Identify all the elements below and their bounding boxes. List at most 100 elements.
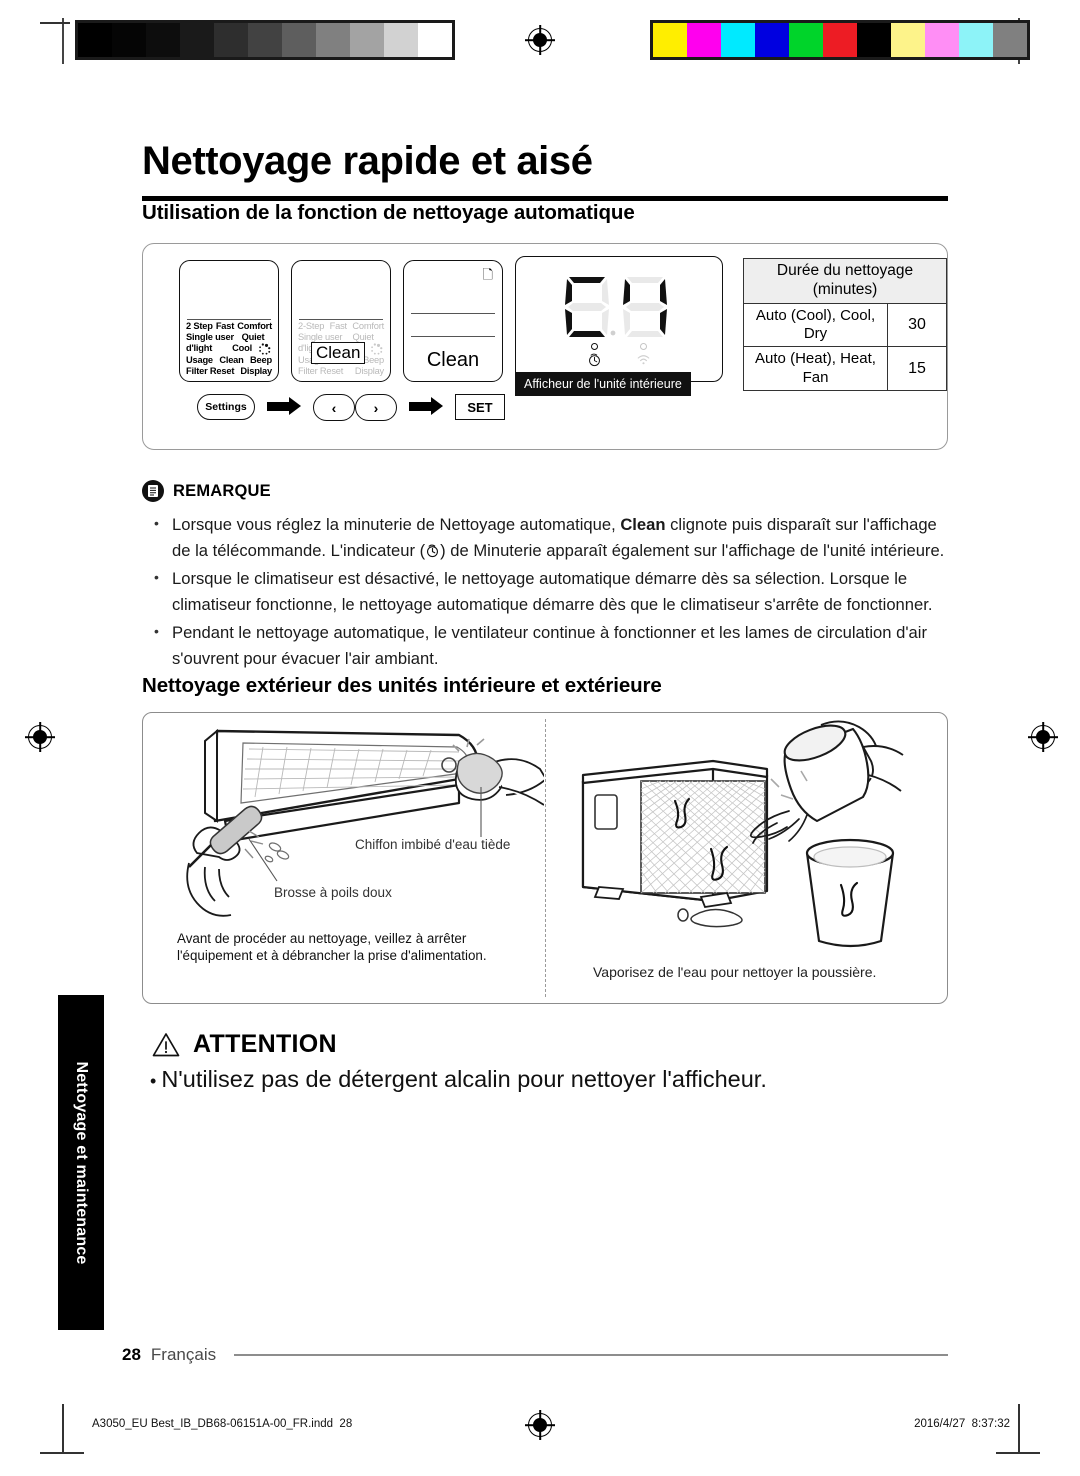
menu-item: d'light xyxy=(186,343,213,354)
page-number: 28 xyxy=(122,1345,141,1364)
set-button[interactable]: SET xyxy=(455,394,505,420)
table-cell-minutes: 15 xyxy=(887,346,947,391)
crop-hair-top-left xyxy=(40,22,70,24)
menu-item: Fast xyxy=(215,320,235,331)
menu-item: Filter Reset xyxy=(186,365,235,376)
crop-rule-bottom-right xyxy=(1018,1404,1020,1452)
color-calibration-strip xyxy=(650,20,1030,60)
calibration-swatch xyxy=(282,23,316,57)
auto-clean-procedure-box: 2 Step Fast Comfort Single user Quiet d'lig… xyxy=(142,243,948,450)
note-header: REMARQUE xyxy=(142,480,948,502)
arrow-right-icon-1 xyxy=(267,397,301,415)
calibration-swatch xyxy=(925,23,959,57)
note-list: Lorsque vous réglez la minuterie de Nett… xyxy=(142,511,948,671)
note-text: Lorsque vous réglez la minuterie de Nett… xyxy=(172,515,621,534)
calibration-swatch xyxy=(418,23,452,57)
wifi-indicator xyxy=(636,343,651,367)
seven-segment-value xyxy=(516,273,722,344)
fan-swirl-icon xyxy=(259,343,271,355)
page-language: Français xyxy=(150,1345,217,1364)
table-header: Durée du nettoyage (minutes) xyxy=(743,258,947,304)
menu-item: Comfort xyxy=(237,320,272,331)
note-document-icon xyxy=(142,480,164,502)
note-bold-term: Clean xyxy=(620,515,666,534)
caution-title: ATTENTION xyxy=(193,1030,337,1058)
print-time-text: 8:37:32 xyxy=(971,1418,1010,1430)
remote-display-step1: 2 Step Fast Comfort Single user Quiet d'lig… xyxy=(179,260,279,382)
table-cell-mode: Auto (Heat), Heat, Fan xyxy=(743,346,888,391)
calibration-swatch xyxy=(384,23,418,57)
menu-item: 2-Step xyxy=(298,320,325,331)
outdoor-unit-illustration xyxy=(581,720,904,948)
calibration-swatch xyxy=(755,23,789,57)
calibration-swatch xyxy=(891,23,925,57)
page-footer: 28 Français xyxy=(122,1345,948,1365)
menu-item: Fast xyxy=(329,320,347,331)
calibration-swatch xyxy=(180,23,214,57)
remote-signal-icon: 🗋 xyxy=(482,267,493,282)
indoor-display-caption: Afficheur de l'unité intérieure xyxy=(515,372,691,396)
table-row: Auto (Heat), Heat, Fan 15 xyxy=(743,346,947,391)
calibration-swatch xyxy=(823,23,857,57)
calibration-swatch xyxy=(993,23,1027,57)
remote-display-step2: 2-Step Fast Comfort Single user Quiet d'lig… xyxy=(291,260,391,382)
crop-rule-left xyxy=(62,18,64,64)
spray-water-caption: Vaporisez de l'eau pour nettoyer la pous… xyxy=(593,964,877,980)
calibration-swatch xyxy=(350,23,384,57)
menu-item: 2 Step xyxy=(186,320,213,331)
calibration-swatch xyxy=(687,23,721,57)
page-title: Nettoyage rapide et aisé xyxy=(142,139,593,183)
note-title: REMARQUE xyxy=(173,481,271,500)
menu-item: Comfort xyxy=(352,320,384,331)
print-date-text: 2016/4/27 xyxy=(914,1418,966,1430)
seven-segment-digits xyxy=(565,277,667,337)
menu-item: Single user xyxy=(186,332,234,343)
crop-rule-bottom-left xyxy=(62,1404,64,1452)
prev-button[interactable]: ‹ xyxy=(313,394,355,421)
print-page-text: 28 xyxy=(339,1418,353,1430)
clean-highlight-label: Clean xyxy=(311,342,366,364)
settings-button[interactable]: Settings xyxy=(197,394,255,420)
menu-item: Usage xyxy=(186,354,213,365)
note-item: Lorsque vous réglez la minuterie de Nett… xyxy=(142,511,948,563)
table-cell-minutes: 30 xyxy=(887,302,947,348)
cloth-label: Chiffon imbibé d'eau tiède xyxy=(355,837,511,852)
calibration-swatch xyxy=(721,23,755,57)
note-item: Lorsque le climatiseur est désactivé, le… xyxy=(142,565,948,617)
registration-mark-bottom xyxy=(525,1410,555,1440)
print-timestamp: 2016/4/27 8:37:32 xyxy=(914,1418,1010,1430)
calibration-swatch xyxy=(959,23,993,57)
menu-item: Filter Reset xyxy=(298,365,344,376)
menu-item: Display xyxy=(354,365,384,376)
brush-label: Brosse à poils doux xyxy=(274,885,392,900)
indoor-unit-illustration xyxy=(186,728,544,917)
registration-mark-top xyxy=(525,25,555,55)
calibration-swatch xyxy=(78,23,112,57)
registration-mark-right xyxy=(1028,722,1058,752)
calibration-swatch xyxy=(248,23,282,57)
calibration-swatch xyxy=(857,23,891,57)
print-filename: A3050_EU Best_IB_DB68-06151A-00_FR.indd … xyxy=(92,1418,352,1430)
print-filename-text: A3050_EU Best_IB_DB68-06151A-00_FR.indd xyxy=(92,1418,334,1430)
crop-hair-bottom-left xyxy=(40,1452,84,1454)
exterior-cleaning-illustration-box: Chiffon imbibé d'eau tiède Brosse à poil… xyxy=(142,712,948,1004)
menu-item: Display xyxy=(240,365,272,376)
footer-rule xyxy=(234,1354,948,1356)
calibration-swatch xyxy=(653,23,687,57)
panel-divider xyxy=(545,719,546,997)
table-cell-mode: Auto (Cool), Cool, Dry xyxy=(743,302,888,348)
indoor-unit-display xyxy=(515,256,723,382)
timer-icon-inline xyxy=(427,544,439,557)
side-tab-label: Nettoyage et maintenance xyxy=(73,1060,90,1265)
table-row: Auto (Cool), Cool, Dry 30 xyxy=(743,302,947,348)
calibration-swatch xyxy=(112,23,146,57)
power-warning-label: Avant de procéder au nettoyage, veillez … xyxy=(177,931,487,963)
next-button[interactable]: › xyxy=(355,394,397,421)
wifi-icon xyxy=(637,355,650,365)
crop-hair-bottom-right xyxy=(996,1452,1040,1454)
arrow-right-icon-2 xyxy=(409,397,443,415)
cleaning-duration-table: Durée du nettoyage (minutes) Auto (Cool)… xyxy=(743,258,947,391)
side-tab-chapter: Nettoyage et maintenance xyxy=(58,995,104,1330)
display-indicator-row xyxy=(516,343,722,367)
caution-body: N'utilisez pas de détergent alcalin pour… xyxy=(142,1063,948,1097)
